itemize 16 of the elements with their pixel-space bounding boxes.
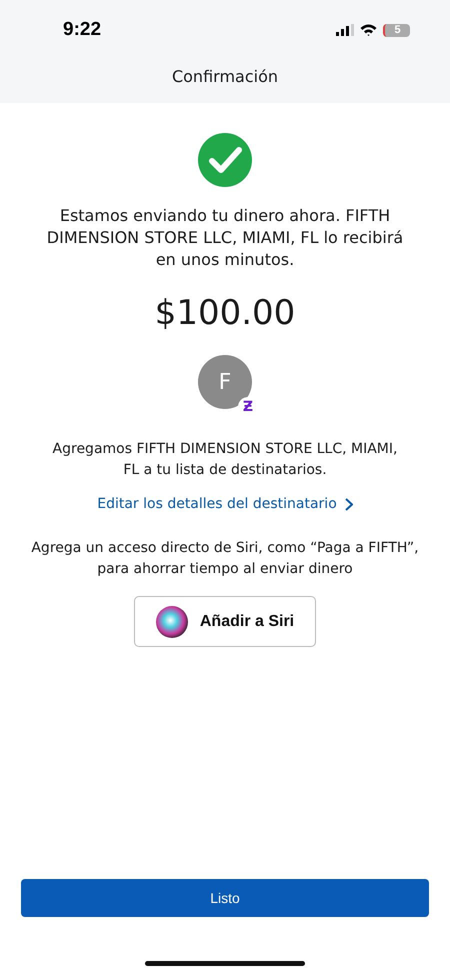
wifi-icon [360,24,377,36]
checkmark-icon [198,133,252,187]
avatar-initial: F [218,370,232,394]
add-to-siri-button[interactable]: Añadir a Siri [134,596,316,647]
chevron-icon [344,498,353,510]
status-time: 9:22 [63,19,102,41]
amount: $100.00 [154,293,296,333]
edit-recipient-link[interactable]: Editar los detalles del destinatario [97,496,353,512]
siri-note: Agrega un acceso directo de Siri, como “Paga a FIFTH”, para ahorrar tiempo al enviar dinero [30,539,420,579]
screen-title: Confirmación [170,67,280,86]
added-note: Agregamos FIFTH DIMENSION STORE LLC, MIAMI, FL a tu lista de destinatarios. [52,440,398,480]
battery-level: 5 [383,24,410,36]
done-button[interactable]: Listo [21,879,429,917]
signal-icon [336,24,354,36]
orb-icon [156,606,188,638]
confirmation-message: Estamos enviando tu dinero ahora. FIFTH DIMENSION STORE LLC, MIAMI, FL lo recibirá en unos minutos. [46,205,404,271]
